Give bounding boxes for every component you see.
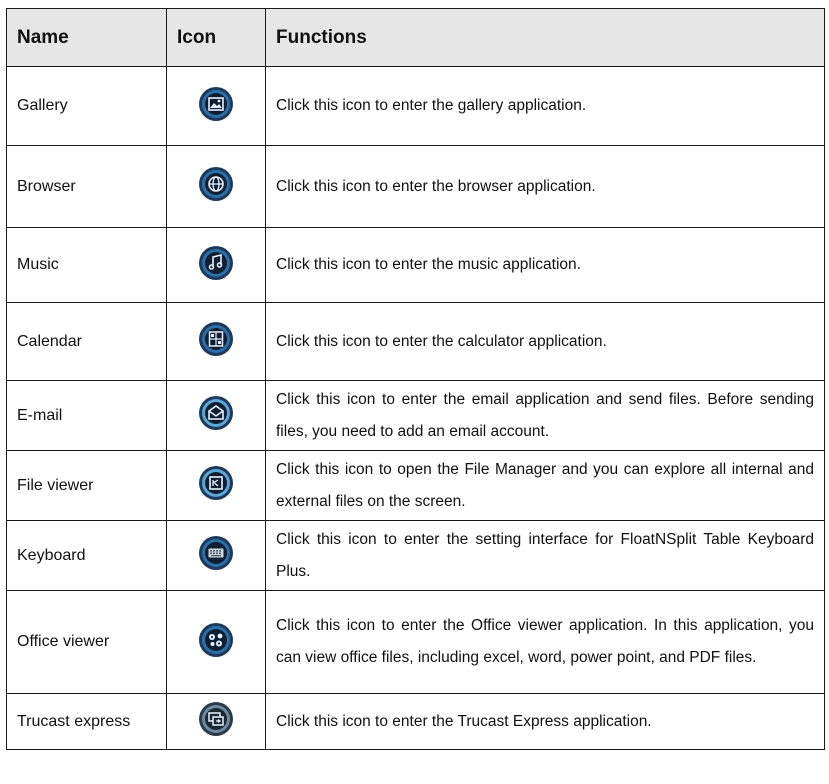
row-name: Trucast express [6,693,167,750]
row-name: E-mail [6,380,167,451]
table-row: File viewer Click this icon to open the … [6,450,825,521]
table-row: Office viewer Click this icon to enter t… [6,590,825,694]
row-name: File viewer [6,450,167,521]
music-icon[interactable] [198,245,234,281]
row-name: Music [6,227,167,303]
row-function: Click this icon to enter the Office view… [265,590,825,694]
row-function: Click this icon to enter the music appli… [265,227,825,303]
app-function-table: Name Icon Functions Gallery Click this i… [6,8,825,750]
table-row: Music Click this icon to enter the music… [6,227,825,303]
header-name: Name [6,8,167,67]
app-function-table-container: Name Icon Functions Gallery Click this i… [6,8,825,750]
header-icon: Icon [166,8,266,67]
row-function: Click this icon to open the File Manager… [265,450,825,521]
row-name: Gallery [6,66,167,146]
calculator-icon[interactable] [198,321,234,357]
table-row: Keyboard Click this icon to enter the se… [6,520,825,591]
table-row: Calendar Click this icon to enter the ca… [6,302,825,381]
file-viewer-icon[interactable] [198,465,234,501]
keyboard-icon[interactable] [198,535,234,571]
browser-icon[interactable] [198,166,234,202]
row-function: Click this icon to enter the email appli… [265,380,825,451]
email-icon[interactable] [198,395,234,431]
trucast-icon[interactable] [198,701,234,737]
table-row: Gallery Click this icon to enter the gal… [6,66,825,146]
row-function: Click this icon to enter the gallery app… [265,66,825,146]
table-row: Browser Click this icon to enter the bro… [6,145,825,228]
row-function: Click this icon to enter the setting int… [265,520,825,591]
table-row: E-mail Click this icon to enter the emai… [6,380,825,451]
row-function: Click this icon to enter the calculator … [265,302,825,381]
row-name: Browser [6,145,167,228]
row-name: Keyboard [6,520,167,591]
gallery-icon[interactable] [198,86,234,122]
table-header-row: Name Icon Functions [6,8,825,67]
office-viewer-icon[interactable] [198,622,234,658]
table-row: Trucast express Click this icon to enter… [6,693,825,750]
header-functions: Functions [265,8,825,67]
row-function: Click this icon to enter the Trucast Exp… [265,693,825,750]
row-name: Calendar [6,302,167,381]
row-function: Click this icon to enter the browser app… [265,145,825,228]
row-name: Office viewer [6,590,167,694]
